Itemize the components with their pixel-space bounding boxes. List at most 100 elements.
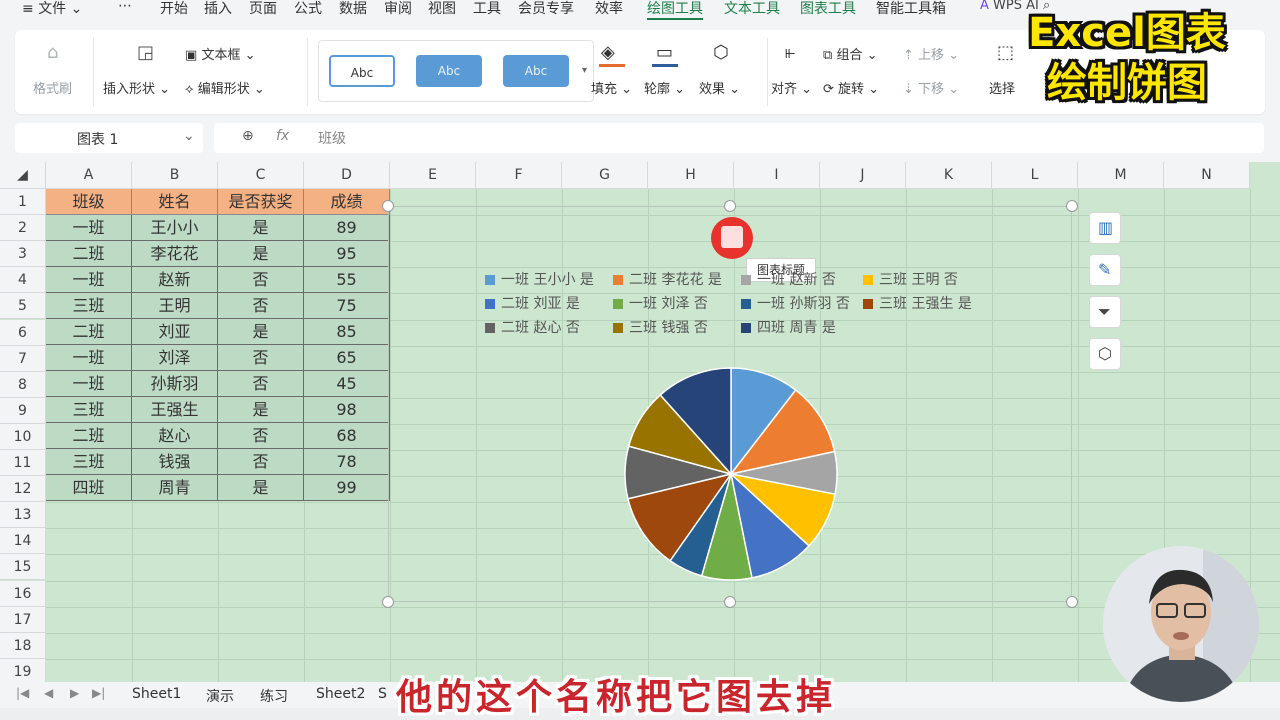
last-sheet-icon[interactable]: ▶| xyxy=(92,686,105,700)
table-cell[interactable]: 刘泽 xyxy=(132,345,218,371)
table-cell[interactable]: 一班 xyxy=(46,215,132,241)
group-button[interactable]: ⧉ 组合 ⌄ xyxy=(823,44,877,63)
table-cell[interactable]: 孙斯羽 xyxy=(132,371,218,397)
table-cell[interactable]: 65 xyxy=(304,345,390,371)
edit-shape-button[interactable]: ⟡ 编辑形状 ⌄ xyxy=(185,78,265,97)
row-header[interactable]: 15 xyxy=(0,554,46,581)
column-header[interactable]: F xyxy=(476,162,562,189)
chart-elements-button[interactable]: ▥ xyxy=(1089,212,1121,244)
zoom-icon[interactable]: ⊕ xyxy=(242,128,254,144)
table-cell[interactable]: 刘亚 xyxy=(132,319,218,345)
table-cell[interactable]: 68 xyxy=(304,423,390,449)
row-header[interactable]: 11 xyxy=(0,450,46,477)
menu-formula[interactable]: 公式 xyxy=(294,0,322,18)
column-header[interactable]: H xyxy=(648,162,734,189)
chart-settings-button[interactable]: ⬡ xyxy=(1089,338,1121,370)
row-header[interactable]: 5 xyxy=(0,293,46,320)
table-cell[interactable]: 王强生 xyxy=(132,397,218,423)
chevron-down-icon[interactable]: ⌄ xyxy=(183,128,195,144)
pie-plot[interactable] xyxy=(389,207,1073,603)
row-header[interactable]: 3 xyxy=(0,241,46,268)
row-header[interactable]: 8 xyxy=(0,371,46,398)
table-cell[interactable]: 95 xyxy=(304,241,390,267)
sheet-tab[interactable]: 练习 xyxy=(260,686,288,706)
table-cell[interactable]: 否 xyxy=(218,267,304,293)
style-fill-2[interactable]: Abc xyxy=(503,55,569,87)
resize-handle[interactable] xyxy=(1066,200,1078,212)
table-cell[interactable]: 一班 xyxy=(46,267,132,293)
table-cell[interactable]: 二班 xyxy=(46,241,132,267)
table-cell[interactable]: 否 xyxy=(218,293,304,319)
menu-member[interactable]: 会员专享 xyxy=(518,0,574,18)
next-sheet-icon[interactable]: ▶ xyxy=(70,686,79,700)
table-cell[interactable]: 是 xyxy=(218,397,304,423)
column-header[interactable]: N xyxy=(1164,162,1250,189)
menu-view[interactable]: 视图 xyxy=(428,0,456,18)
column-header[interactable]: I xyxy=(734,162,820,189)
table-cell[interactable]: 钱强 xyxy=(132,449,218,475)
prev-sheet-icon[interactable]: ◀ xyxy=(44,686,53,700)
pie-chart[interactable]: 图表标题 一班 王小小 是二班 李花花 是一班 赵新 否三班 王明 否二班 刘亚… xyxy=(388,206,1072,602)
effect-button[interactable]: ⬡ 效果 ⌄ xyxy=(699,42,749,102)
table-cell[interactable]: 45 xyxy=(304,371,390,397)
row-header[interactable]: 2 xyxy=(0,215,46,242)
first-sheet-icon[interactable]: |◀ xyxy=(16,686,29,700)
row-header[interactable]: 14 xyxy=(0,528,46,555)
table-cell[interactable]: 王小小 xyxy=(132,215,218,241)
spreadsheet-grid[interactable]: ◢ ABCDEFGHIJKLMN 1 2 3 4 5 6 7 8 9 10 11 12 13 14 15 16… xyxy=(0,162,1280,682)
table-cell[interactable]: 三班 xyxy=(46,397,132,423)
menu-review[interactable]: 审阅 xyxy=(384,0,412,18)
fill-button[interactable]: ◈ 填充 ⌄ xyxy=(591,42,635,102)
move-down-button[interactable]: ⇣ 下移 ⌄ xyxy=(903,78,959,97)
outline-button[interactable]: ▭ 轮廓 ⌄ xyxy=(644,42,688,102)
table-cell[interactable]: 89 xyxy=(304,215,390,241)
menu-data[interactable]: 数据 xyxy=(339,0,367,18)
table-cell[interactable]: 二班 xyxy=(46,423,132,449)
menu-smart-toolbox[interactable]: 智能工具箱 xyxy=(876,0,946,18)
column-header[interactable]: J xyxy=(820,162,906,189)
row-header[interactable]: 7 xyxy=(0,345,46,372)
table-cell[interactable]: 是 xyxy=(218,475,304,501)
table-cell[interactable]: 否 xyxy=(218,345,304,371)
row-header[interactable]: 4 xyxy=(0,267,46,294)
table-cell[interactable]: 98 xyxy=(304,397,390,423)
resize-handle[interactable] xyxy=(724,200,736,212)
column-header[interactable]: K xyxy=(906,162,992,189)
menu-page[interactable]: 页面 xyxy=(249,0,277,18)
column-header[interactable]: E xyxy=(390,162,476,189)
align-button[interactable]: ⫦ 对齐 ⌄ xyxy=(771,42,815,102)
row-header[interactable]: 10 xyxy=(0,423,46,450)
table-cell[interactable]: 周青 xyxy=(132,475,218,501)
column-header[interactable]: L xyxy=(992,162,1078,189)
menu-chart-tools[interactable]: 图表工具 xyxy=(800,0,856,18)
sheet-tab[interactable]: S xyxy=(378,686,387,702)
menu-insert[interactable]: 插入 xyxy=(204,0,232,18)
resize-handle[interactable] xyxy=(1066,596,1078,608)
table-cell[interactable]: 否 xyxy=(218,449,304,475)
chart-style-button[interactable]: ✎ xyxy=(1089,254,1121,286)
formula-bar[interactable]: ⊕ fx 班级 xyxy=(214,123,1264,153)
table-header-cell[interactable]: 成绩 xyxy=(304,189,390,215)
column-header[interactable]: A xyxy=(46,162,132,189)
row-header[interactable]: 17 xyxy=(0,606,46,633)
style-outline[interactable]: Abc xyxy=(329,55,395,87)
move-up-button[interactable]: ⇡ 上移 ⌄ xyxy=(903,44,959,63)
table-cell[interactable]: 99 xyxy=(304,475,390,501)
column-header[interactable]: D xyxy=(304,162,390,189)
resize-handle[interactable] xyxy=(382,596,394,608)
fx-icon[interactable]: fx xyxy=(276,128,289,144)
menu-tools[interactable]: 工具 xyxy=(473,0,501,18)
column-header[interactable]: B xyxy=(132,162,218,189)
row-header[interactable]: 13 xyxy=(0,502,46,529)
table-cell[interactable]: 是 xyxy=(218,241,304,267)
table-header-cell[interactable]: 班级 xyxy=(46,189,132,215)
menu-more[interactable]: ⋯ xyxy=(118,0,132,14)
table-cell[interactable]: 否 xyxy=(218,423,304,449)
resize-handle[interactable] xyxy=(382,200,394,212)
table-cell[interactable]: 一班 xyxy=(46,345,132,371)
text-box-button[interactable]: ▣ 文本框 ⌄ xyxy=(185,44,255,63)
table-cell[interactable]: 78 xyxy=(304,449,390,475)
format-brush-button[interactable]: ⌂ 格式刷 xyxy=(33,42,77,102)
menu-home[interactable]: 开始 xyxy=(160,0,188,18)
table-header-cell[interactable]: 姓名 xyxy=(132,189,218,215)
